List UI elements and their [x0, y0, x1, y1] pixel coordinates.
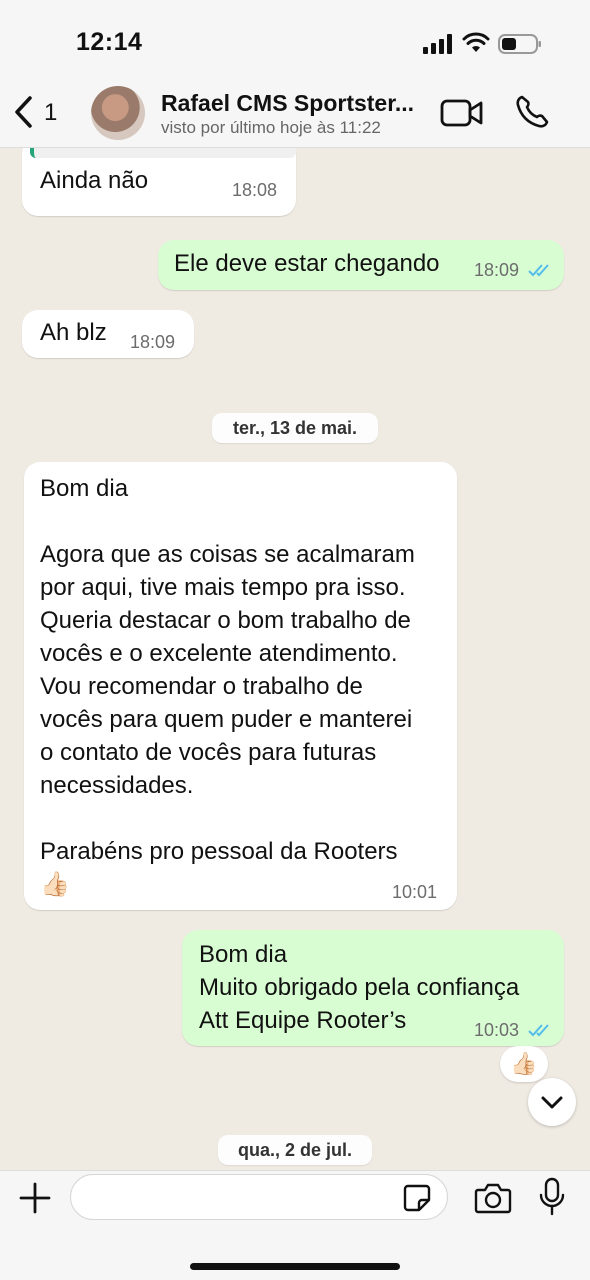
- double-check-icon: [528, 1024, 549, 1037]
- plus-icon[interactable]: [18, 1181, 52, 1215]
- message-time: 18:09: [474, 260, 520, 280]
- message-incoming[interactable]: Bom dia Agora que as coisas se acalmaram…: [24, 462, 457, 910]
- unread-count[interactable]: 1: [44, 99, 57, 127]
- camera-icon[interactable]: [474, 1181, 512, 1215]
- back-chevron-icon[interactable]: [10, 94, 40, 130]
- message-outgoing[interactable]: Ele deve estar chegando 18:09: [158, 240, 564, 290]
- home-indicator: [190, 1263, 400, 1270]
- contact-last-seen: visto por último hoje às 11:22: [161, 118, 381, 137]
- message-text: Ele deve estar chegando: [174, 250, 440, 277]
- video-call-icon[interactable]: [440, 98, 484, 128]
- double-check-icon: [528, 264, 549, 277]
- message-input[interactable]: [70, 1174, 448, 1220]
- message-text: Ainda não: [40, 167, 149, 194]
- phone-icon[interactable]: [514, 94, 550, 130]
- status-time: 12:14: [76, 28, 143, 56]
- chevron-down-icon: [541, 1096, 563, 1109]
- battery-icon: [498, 34, 541, 54]
- message-time: 18:08: [232, 180, 278, 200]
- sticker-icon[interactable]: [402, 1183, 432, 1213]
- message-outgoing[interactable]: Bom dia Muito obrigado pela confiança At…: [182, 930, 564, 1046]
- chat-header: 1 Rafael CMS Sportster... visto por últi…: [0, 80, 590, 148]
- date-separator: qua., 2 de jul.: [218, 1135, 372, 1165]
- wifi-icon: [462, 32, 490, 52]
- message-text: Bom dia Muito obrigado pela confiança At…: [199, 941, 520, 1034]
- message-composer: [0, 1170, 590, 1280]
- contact-avatar[interactable]: [91, 86, 145, 140]
- message-reaction[interactable]: 👍🏻: [500, 1046, 548, 1082]
- message-time: 10:01: [392, 882, 438, 902]
- quoted-message[interactable]: [30, 148, 296, 158]
- chat-area[interactable]: Ainda não 18:08 Ele deve estar chegando …: [0, 148, 590, 1170]
- date-separator: ter., 13 de mai.: [212, 413, 378, 443]
- status-bar: 12:14: [0, 0, 590, 80]
- message-time: 10:03: [474, 1020, 520, 1040]
- message-incoming[interactable]: Ah blz 18:09: [22, 310, 194, 358]
- message-text: Bom dia Agora que as coisas se acalmaram…: [40, 475, 415, 898]
- message-incoming[interactable]: Ainda não 18:08: [22, 148, 296, 216]
- contact-name[interactable]: Rafael CMS Sportster...: [161, 90, 431, 117]
- message-time: 18:09: [130, 332, 176, 352]
- signal-icon: [423, 34, 452, 54]
- microphone-icon[interactable]: [538, 1177, 566, 1217]
- message-text: Ah blz: [40, 319, 107, 346]
- scroll-to-bottom-button[interactable]: [528, 1078, 576, 1126]
